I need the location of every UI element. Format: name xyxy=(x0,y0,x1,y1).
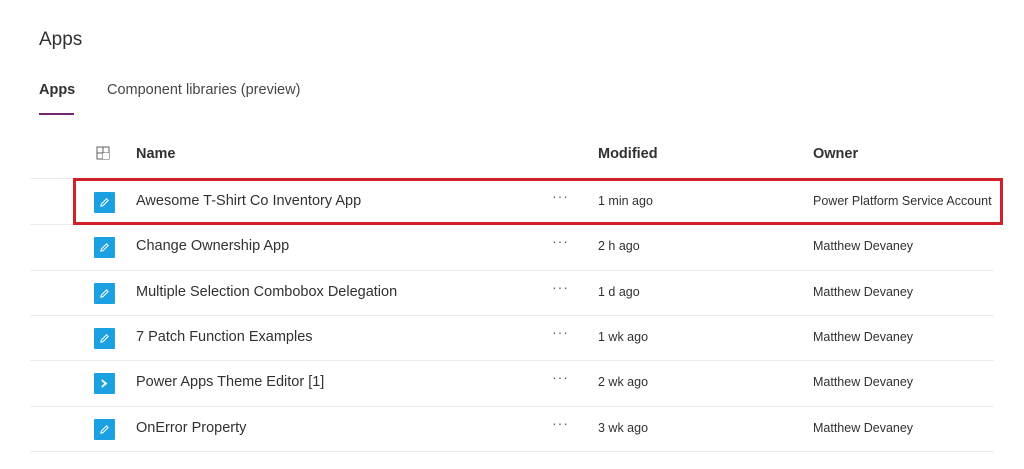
canvas-app-icon xyxy=(94,192,115,213)
canvas-app-icon xyxy=(94,418,115,440)
column-header-owner[interactable]: Owner xyxy=(813,146,858,162)
table-row[interactable]: Change Ownership App ··· 2 h ago Matthew De… xyxy=(30,225,994,270)
canvas-app-icon xyxy=(94,282,115,304)
owner-name: Matthew Devaney xyxy=(813,239,914,254)
owner-name: Matthew Devaney xyxy=(813,284,914,299)
app-name-link[interactable]: Power Apps Theme Editor [1] xyxy=(136,374,324,390)
model-app-icon xyxy=(94,373,115,395)
owner-name: Matthew Devaney xyxy=(813,375,914,390)
more-options-button[interactable]: ··· xyxy=(552,369,569,385)
more-options-button[interactable]: ··· xyxy=(552,188,569,204)
table-row[interactable]: Awesome T-Shirt Co Inventory App ··· 1 min… xyxy=(30,180,994,225)
header-divider xyxy=(30,178,994,179)
app-name-link[interactable]: Multiple Selection Combobox Delegation xyxy=(136,284,397,300)
owner-name: Power Platform Service Account xyxy=(813,194,992,208)
app-name-link[interactable]: Awesome T-Shirt Co Inventory App xyxy=(136,193,361,209)
table-row[interactable]: 7 Patch Function Examples ··· 1 wk ago Matt… xyxy=(30,316,994,361)
page-title: Apps xyxy=(39,29,83,50)
modified-time: 2 wk ago xyxy=(598,375,649,390)
more-options-button[interactable]: ··· xyxy=(552,415,569,431)
app-name-link[interactable]: 7 Patch Function Examples xyxy=(136,329,313,345)
app-name-link[interactable]: Change Ownership App xyxy=(136,238,289,254)
canvas-app-icon xyxy=(94,237,115,259)
modified-time: 1 wk ago xyxy=(598,329,649,344)
more-options-button[interactable]: ··· xyxy=(552,324,569,340)
more-options-button[interactable]: ··· xyxy=(552,279,569,295)
modified-time: 2 h ago xyxy=(598,239,640,254)
owner-name: Matthew Devaney xyxy=(813,329,914,344)
apps-page: Apps Apps Component libraries (preview) … xyxy=(0,0,1024,469)
tab-apps[interactable]: Apps xyxy=(39,82,76,115)
app-name-link[interactable]: OnError Property xyxy=(136,420,246,436)
table-row[interactable]: Power Apps Theme Editor [1] ··· 2 wk ago Ma… xyxy=(30,361,994,406)
table-row[interactable]: Multiple Selection Combobox Delegation ··… xyxy=(30,271,994,316)
modified-time: 1 min ago xyxy=(598,194,653,208)
tab-component-libraries[interactable]: Component libraries (preview) xyxy=(107,82,300,98)
column-header-modified[interactable]: Modified xyxy=(598,146,658,162)
tab-component-libraries-label: Component libraries (preview) xyxy=(107,82,301,98)
file-type-icon[interactable] xyxy=(95,145,111,161)
row-divider xyxy=(30,450,994,452)
active-tab-indicator xyxy=(39,113,74,115)
column-header-name[interactable]: Name xyxy=(136,146,176,162)
table-row[interactable]: OnError Property ··· 3 wk ago Matthew Devan… xyxy=(30,407,994,452)
canvas-app-icon xyxy=(94,327,115,349)
owner-name: Matthew Devaney xyxy=(813,420,914,435)
modified-time: 3 wk ago xyxy=(598,420,649,435)
more-options-button[interactable]: ··· xyxy=(552,233,569,249)
tab-apps-label: Apps xyxy=(39,82,76,98)
modified-time: 1 d ago xyxy=(598,284,640,299)
